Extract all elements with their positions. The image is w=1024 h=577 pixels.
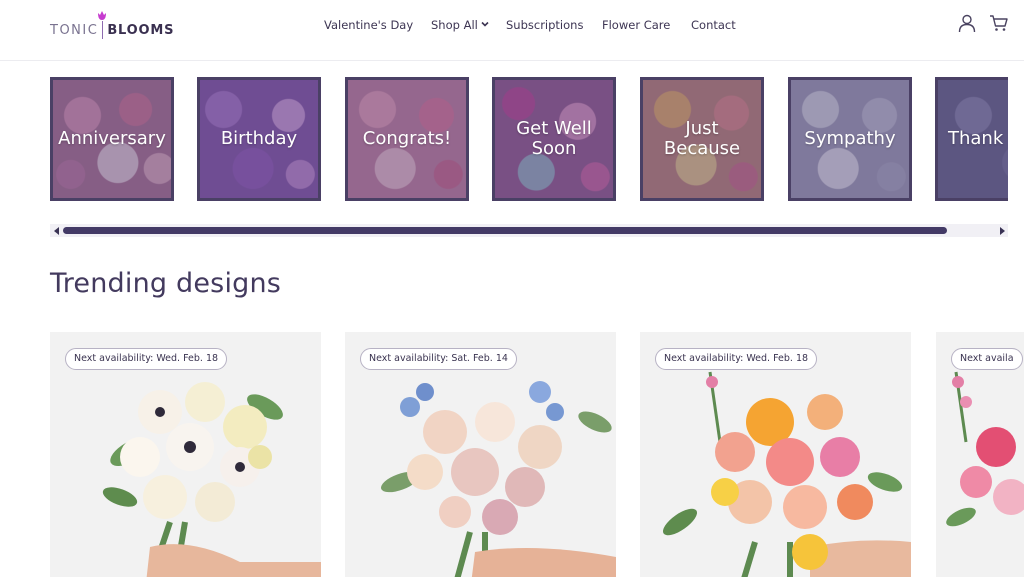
arrow-right-icon	[999, 226, 1005, 235]
occasion-label: Birthday	[220, 128, 298, 149]
cart-icon[interactable]	[989, 13, 1009, 33]
nav-item-flower-care[interactable]: Flower Care	[602, 18, 670, 32]
trending-products: Next availability: Wed. Feb. 18 Next ava…	[50, 332, 1024, 577]
product-card[interactable]: Next availa	[936, 332, 1024, 577]
section-title-trending: Trending designs	[50, 268, 282, 299]
scrollbar-thumb[interactable]	[63, 227, 947, 234]
arrow-left-icon	[53, 226, 59, 235]
occasion-label: Anniversary	[58, 128, 166, 149]
occasion-label: Thank	[948, 128, 1004, 149]
occasion-tile-anniversary[interactable]: Anniversary	[50, 77, 174, 201]
brand-name-left: TONIC	[50, 22, 99, 38]
occasion-label: Get Well Soon	[516, 118, 592, 159]
nav-item-contact[interactable]: Contact	[691, 18, 736, 32]
availability-badge: Next availability: Wed. Feb. 18	[65, 348, 228, 370]
nav-item-valentines-day[interactable]: Valentine's Day	[324, 18, 413, 32]
occasion-tile-thank[interactable]: Thank	[935, 77, 1008, 201]
availability-badge: Next availa	[951, 348, 1023, 370]
carousel-scrollbar[interactable]	[50, 224, 1008, 237]
occasion-tile-birthday[interactable]: Birthday	[197, 77, 321, 201]
product-card[interactable]: Next availability: Sat. Feb. 14	[345, 332, 616, 577]
logo-divider	[98, 11, 107, 39]
product-card[interactable]: Next availability: Wed. Feb. 18	[640, 332, 911, 577]
occasion-carousel: Anniversary Birthday Congrats! Get Well …	[50, 77, 1008, 201]
occasion-tile-congrats[interactable]: Congrats!	[345, 77, 469, 201]
nav-item-shop-all[interactable]: Shop All	[431, 18, 489, 32]
occasion-label: Congrats!	[362, 128, 452, 149]
site-header: TONIC BLOOMS Valentine's Day Shop All Su…	[0, 0, 1024, 61]
nav-item-subscriptions[interactable]: Subscriptions	[506, 18, 583, 32]
scroll-right-button[interactable]	[996, 224, 1008, 237]
scroll-left-button[interactable]	[50, 224, 62, 237]
chevron-down-icon	[481, 21, 489, 27]
brand-logo[interactable]: TONIC BLOOMS	[50, 11, 175, 42]
occasion-tile-get-well-soon[interactable]: Get Well Soon	[492, 77, 616, 201]
occasion-label: Sympathy	[804, 128, 896, 149]
tulip-icon	[98, 11, 107, 20]
product-card[interactable]: Next availability: Wed. Feb. 18	[50, 332, 321, 577]
brand-name-right: BLOOMS	[107, 22, 175, 38]
occasion-tile-just-because[interactable]: Just Because	[640, 77, 764, 201]
occasion-label: Just Because	[663, 118, 741, 159]
occasion-tile-sympathy[interactable]: Sympathy	[788, 77, 912, 201]
availability-badge: Next availability: Wed. Feb. 18	[655, 348, 818, 370]
nav-item-label: Shop All	[431, 18, 478, 32]
availability-badge: Next availability: Sat. Feb. 14	[360, 348, 517, 370]
account-icon[interactable]	[957, 13, 977, 33]
